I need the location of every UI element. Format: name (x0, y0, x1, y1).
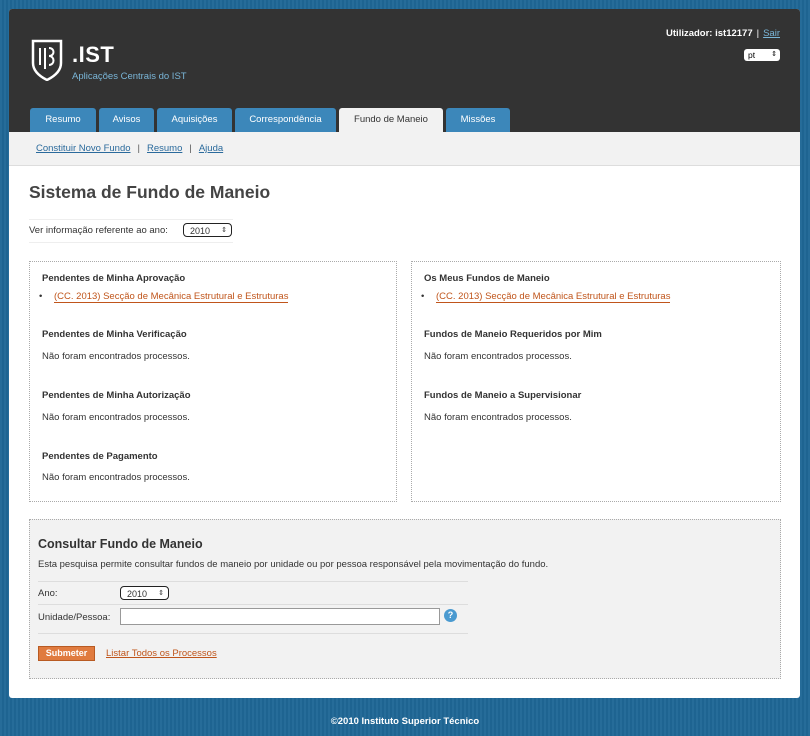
tab-resumo[interactable]: Resumo (30, 108, 96, 132)
help-icon[interactable]: ? (444, 609, 457, 622)
search-title: Consultar Fundo de Maneio (38, 537, 203, 551)
form-row-year: Ano: 2010 ⇕ (38, 581, 468, 605)
list-item: • (CC. 2013) Secção de Mecânica Estrutur… (421, 291, 671, 303)
subnav-separator: | (137, 143, 140, 154)
tab-aquisicoes[interactable]: Aquisições (157, 108, 232, 132)
tab-missoes[interactable]: Missões (446, 108, 510, 132)
logout-link[interactable]: Sair (763, 28, 780, 39)
footer-copyright: ©2010 Instituto Superior Técnico (330, 716, 480, 727)
page-container: .IST Aplicações Centrais do IST Utilizad… (9, 9, 800, 698)
subnav-resumo[interactable]: Resumo (147, 143, 182, 154)
app-logo-subtitle: Aplicações Centrais do IST (72, 71, 187, 82)
search-description: Esta pesquisa permite consultar fundos d… (38, 559, 549, 570)
section-heading: Fundos de Maneio Requeridos por Mim (424, 329, 602, 340)
empty-message: Não foram encontrados processos. (42, 472, 190, 483)
year-filter-label: Ver informação referente ao ano: (29, 225, 168, 236)
section-heading: Os Meus Fundos de Maneio (424, 273, 550, 284)
section-heading: Pendentes de Pagamento (42, 451, 158, 462)
select-arrows-icon: ⇕ (158, 590, 164, 597)
empty-message: Não foram encontrados processos. (42, 351, 190, 362)
tab-fundo-de-maneio[interactable]: Fundo de Maneio (339, 108, 443, 132)
subnav-ajuda[interactable]: Ajuda (199, 143, 223, 154)
sub-navigation: Constituir Novo Fundo | Resumo | Ajuda (9, 132, 800, 166)
ist-shield-icon (31, 39, 63, 81)
bullet-icon: • (39, 291, 43, 302)
search-year-value: 2010 (127, 589, 148, 599)
page-title: Sistema de Fundo de Maneio (29, 182, 271, 202)
list-item: • (CC. 2013) Secção de Mecânica Estrutur… (39, 291, 289, 303)
language-select[interactable]: pt ⇕ (744, 49, 780, 61)
pending-panel: Pendentes de Minha Aprovação • (CC. 2013… (29, 261, 397, 502)
process-link[interactable]: (CC. 2013) Secção de Mecânica Estrutural… (54, 291, 289, 303)
user-info: Utilizador: ist12177 | Sair (666, 28, 780, 39)
header: .IST Aplicações Centrais do IST Utilizad… (9, 9, 800, 132)
form-row-unit: Unidade/Pessoa: ? (38, 604, 468, 634)
section-heading: Pendentes de Minha Autorização (42, 390, 191, 401)
empty-message: Não foram encontrados processos. (42, 412, 190, 423)
section-heading: Pendentes de Minha Aprovação (42, 273, 186, 284)
section-heading: Pendentes de Minha Verificação (42, 329, 187, 340)
select-arrows-icon: ⇕ (221, 227, 227, 234)
empty-message: Não foram encontrados processos. (424, 351, 572, 362)
section-heading: Fundos de Maneio a Supervisionar (424, 390, 582, 401)
year-label: Ano: (38, 588, 58, 599)
year-select-value: 2010 (190, 226, 211, 236)
subnav-constituir-novo-fundo[interactable]: Constituir Novo Fundo (36, 143, 131, 154)
year-select[interactable]: 2010 ⇕ (183, 223, 232, 237)
unit-person-input[interactable] (120, 608, 440, 625)
user-label: Utilizador: ist12177 (666, 28, 753, 39)
select-arrows-icon: ⇕ (771, 51, 777, 58)
tab-correspondencia[interactable]: Correspondência (235, 108, 336, 132)
search-form: Consultar Fundo de Maneio Esta pesquisa … (29, 519, 781, 679)
submit-button[interactable]: Submeter (38, 646, 95, 661)
language-value: pt (748, 50, 756, 60)
user-separator: | (756, 28, 760, 39)
process-link[interactable]: (CC. 2013) Secção de Mecânica Estrutural… (436, 291, 671, 303)
my-funds-panel: Os Meus Fundos de Maneio • (CC. 2013) Se… (411, 261, 781, 502)
year-filter: Ver informação referente ao ano: 2010 ⇕ (29, 219, 233, 243)
list-all-processes-link[interactable]: Listar Todos os Processos (106, 648, 217, 659)
subnav-separator: | (189, 143, 192, 154)
search-year-select[interactable]: 2010 ⇕ (120, 586, 169, 600)
empty-message: Não foram encontrados processos. (424, 412, 572, 423)
bullet-icon: • (421, 291, 425, 302)
app-logo-title[interactable]: .IST (72, 42, 114, 68)
unit-label: Unidade/Pessoa: (38, 612, 111, 623)
tab-avisos[interactable]: Avisos (99, 108, 154, 132)
